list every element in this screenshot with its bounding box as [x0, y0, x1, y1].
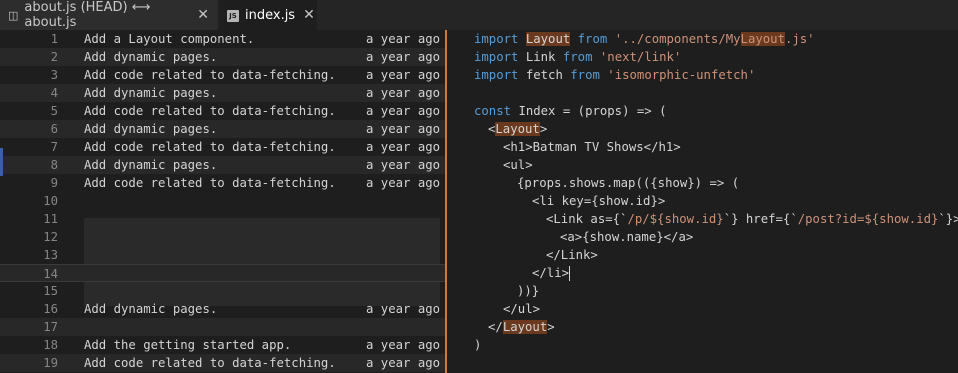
tab-label: index.js — [245, 7, 296, 23]
code-line: <h1>Batman TV Shows</h1> — [503, 140, 681, 154]
js-file-icon: JS — [227, 8, 239, 22]
blame-row: 2 Add dynamic pages. a year ago — [0, 48, 446, 66]
blame-row: 5 Add code related to data-fetching. a yea… — [50, 104, 441, 118]
code-line: const Index = (props) => ( — [474, 104, 667, 118]
close-icon[interactable]: ✕ — [197, 7, 209, 23]
blame-row: 19 Add code related to data-fetching. a ye… — [0, 354, 446, 372]
close-icon[interactable]: ✕ — [303, 7, 315, 23]
tab-index-js[interactable]: JS index.js ✕ — [219, 0, 317, 30]
diff-icon: ◫ — [8, 8, 19, 22]
code-line: import fetch from 'isomorphic-unfetch' — [474, 68, 756, 82]
tab-about-diff[interactable]: ◫ about.js (HEAD) ⟷ about.js ✕ — [0, 0, 217, 30]
blame-row: 16 Add dynamic pages. a year ago — [43, 302, 441, 316]
blame-row-current: 14 — [0, 264, 446, 282]
code-line: </Link> — [546, 248, 598, 262]
blame-row: 4 Add dynamic pages. a year ago — [0, 84, 446, 102]
code-line: {props.shows.map(({show}) => ( — [517, 176, 740, 190]
text-cursor — [569, 266, 571, 281]
blame-row: 3 Add code related to data-fetching. a yea… — [50, 68, 441, 82]
blame-row: 15 — [43, 284, 58, 298]
blame-row: 8 Add dynamic pages. a year ago — [0, 156, 446, 174]
blame-row: 6 Add dynamic pages. a year ago — [0, 120, 446, 138]
pane-divider[interactable] — [445, 30, 447, 373]
blame-row: 1 Add a Layout component. a year ago — [50, 32, 441, 46]
code-line: ))} — [517, 284, 540, 298]
code-line-current: </li> — [532, 266, 571, 281]
code-line: ) — [474, 338, 482, 352]
blame-pane[interactable]: 1 Add a Layout component. a year ago 2 Add … — [0, 30, 446, 373]
code-line: <Layout> — [488, 122, 548, 136]
code-line: <ul> — [503, 158, 533, 172]
tab-bar: ◫ about.js (HEAD) ⟷ about.js ✕ JS index.… — [0, 0, 958, 30]
code-line: </ul> — [503, 302, 541, 316]
blame-row: 10 — [43, 194, 58, 208]
code-line: <a>{show.name}</a> — [560, 230, 694, 244]
code-line: </Layout> — [488, 320, 555, 334]
blame-row: 7 Add code related to data-fetching. a yea… — [50, 140, 441, 154]
code-line: import Layout from '../components/MyLayo… — [474, 32, 815, 46]
editor-area[interactable]: 1 Add a Layout component. a year ago 2 Add … — [0, 30, 958, 373]
blame-row: 9 Add code related to data-fetching. a yea… — [50, 176, 441, 190]
tab-label: about.js (HEAD) ⟷ about.js — [24, 0, 151, 30]
blame-row: 17 — [0, 318, 446, 336]
blame-row: 11 — [43, 212, 58, 226]
blame-row: 18 Add the getting started app. a year ago — [43, 338, 441, 352]
code-line: <Link as={`/p/${show.id}`} href={`/post?… — [546, 212, 958, 226]
blame-row: 13 — [43, 248, 58, 262]
code-line: <li key={show.id}> — [532, 194, 666, 208]
code-pane[interactable]: import Layout from '../components/MyLayo… — [448, 30, 958, 373]
blame-row: 12 — [43, 230, 58, 244]
gutter-marker — [0, 148, 3, 176]
code-line: import Link from 'next/link' — [474, 50, 682, 64]
